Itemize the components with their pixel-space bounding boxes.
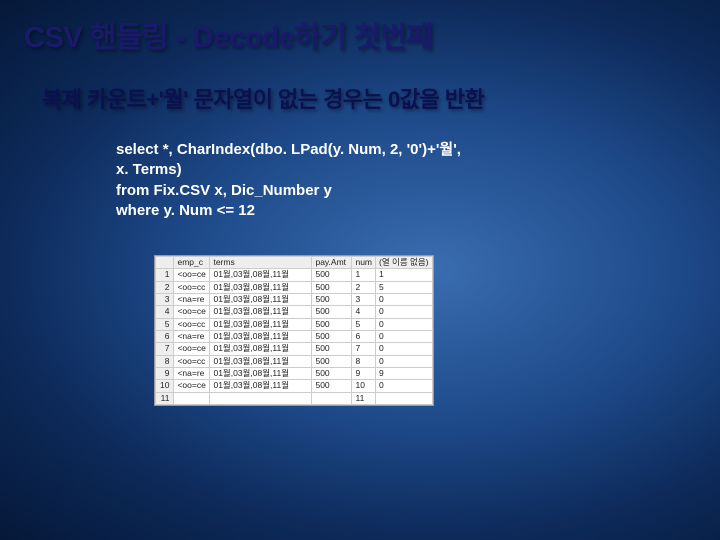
table-cell: 500	[312, 343, 352, 355]
table-cell: <oo=ce	[174, 269, 210, 281]
table-cell: 0	[376, 380, 433, 392]
table-cell: 7	[156, 343, 174, 355]
table-cell: 1	[156, 269, 174, 281]
table-cell: 01월,03월,08월,11월	[210, 306, 312, 318]
table-cell	[376, 392, 433, 404]
table-cell: 9	[352, 368, 376, 380]
table-cell: <oo=ce	[174, 306, 210, 318]
table-cell: 500	[312, 281, 352, 293]
table-cell: 3	[352, 294, 376, 306]
table-cell: 6	[156, 331, 174, 343]
result-table: emp_c terms pay.Amt num (열 이름 없음) 1<oo=c…	[154, 255, 434, 406]
table-cell: <na=re	[174, 294, 210, 306]
table-cell: 4	[352, 306, 376, 318]
table-cell: 01월,03월,08월,11월	[210, 318, 312, 330]
table-cell: 0	[376, 318, 433, 330]
table-cell: 01월,03월,08월,11월	[210, 281, 312, 293]
table-row: 10<oo=ce01월,03월,08월,11월500100	[156, 380, 433, 392]
table-cell: 0	[376, 306, 433, 318]
table-row: 2<oo=cc01월,03월,08월,11월50025	[156, 281, 433, 293]
table-row: 6<na=re01월,03월,08월,11월50060	[156, 331, 433, 343]
table-row: 5<oo=cc01월,03월,08월,11월50050	[156, 318, 433, 330]
table-cell: 500	[312, 331, 352, 343]
table-cell: <oo=cc	[174, 355, 210, 367]
table-cell: 1	[352, 269, 376, 281]
sql-code-block: select *, CharIndex(dbo. LPad(y. Num, 2,…	[116, 140, 696, 221]
table-cell: 9	[156, 368, 174, 380]
table-cell	[312, 392, 352, 404]
table-cell: 500	[312, 380, 352, 392]
table-row: 7<oo=ce01월,03월,08월,11월50070	[156, 343, 433, 355]
table-cell: <oo=cc	[174, 281, 210, 293]
table-cell: 01월,03월,08월,11월	[210, 355, 312, 367]
table-row: 1<oo=ce01월,03월,08월,11월50011	[156, 269, 433, 281]
table-cell: 11	[352, 392, 376, 404]
table-row: 11 11	[156, 392, 433, 404]
table-cell: 0	[376, 331, 433, 343]
table-cell: 5	[352, 318, 376, 330]
table-cell: <na=re	[174, 331, 210, 343]
table-cell: 11	[156, 392, 174, 404]
table-cell: 3	[156, 294, 174, 306]
table-cell: 2	[156, 281, 174, 293]
slide-content: CSV 핸들링 - Decode하기 첫번째 복제 카운트+'월' 문자열이 없…	[0, 0, 720, 425]
table-cell: <oo=ce	[174, 343, 210, 355]
table-cell: 0	[376, 355, 433, 367]
table-cell: <oo=ce	[174, 380, 210, 392]
table-header-row: emp_c terms pay.Amt num (열 이름 없음)	[156, 257, 433, 269]
table-cell: 5	[156, 318, 174, 330]
table-cell: 8	[352, 355, 376, 367]
table-cell	[174, 392, 210, 404]
header-pay: pay.Amt	[312, 257, 352, 269]
table-cell: 7	[352, 343, 376, 355]
table-cell: 01월,03월,08월,11월	[210, 380, 312, 392]
table-cell: <oo=cc	[174, 318, 210, 330]
table-row: 4<oo=ce01월,03월,08월,11월50040	[156, 306, 433, 318]
table-cell: 500	[312, 368, 352, 380]
header-emp: emp_c	[174, 257, 210, 269]
table-cell: 1	[376, 269, 433, 281]
table-cell: 0	[376, 294, 433, 306]
table-cell: <na=re	[174, 368, 210, 380]
table-row: 8<oo=cc01월,03월,08월,11월50080	[156, 355, 433, 367]
header-num: num	[352, 257, 376, 269]
table-cell: 10	[352, 380, 376, 392]
table-cell: 8	[156, 355, 174, 367]
header-terms: terms	[210, 257, 312, 269]
table-cell: 01월,03월,08월,11월	[210, 331, 312, 343]
table-cell: 500	[312, 269, 352, 281]
table-cell: 500	[312, 355, 352, 367]
table-row: 3<na=re01월,03월,08월,11월50030	[156, 294, 433, 306]
table-cell: 500	[312, 306, 352, 318]
table-cell: 500	[312, 318, 352, 330]
table-cell: 500	[312, 294, 352, 306]
table-cell: 6	[352, 331, 376, 343]
table-cell: 4	[156, 306, 174, 318]
table-cell: 9	[376, 368, 433, 380]
table-row: 9<na=re01월,03월,08월,11월50099	[156, 368, 433, 380]
table-cell: 01월,03월,08월,11월	[210, 294, 312, 306]
table-cell: 2	[352, 281, 376, 293]
table-cell: 5	[376, 281, 433, 293]
slide-subtitle: 복제 카운트+'월' 문자열이 없는 경우는 0값을 반환	[42, 82, 696, 114]
table-cell: 0	[376, 343, 433, 355]
table-cell: 01월,03월,08월,11월	[210, 269, 312, 281]
table-cell: 10	[156, 380, 174, 392]
header-expr: (열 이름 없음)	[376, 257, 433, 269]
table-cell: 01월,03월,08월,11월	[210, 343, 312, 355]
table-cell	[210, 392, 312, 404]
header-rownum	[156, 257, 174, 269]
slide-title: CSV 핸들링 - Decode하기 첫번째	[24, 14, 696, 56]
table-cell: 01월,03월,08월,11월	[210, 368, 312, 380]
